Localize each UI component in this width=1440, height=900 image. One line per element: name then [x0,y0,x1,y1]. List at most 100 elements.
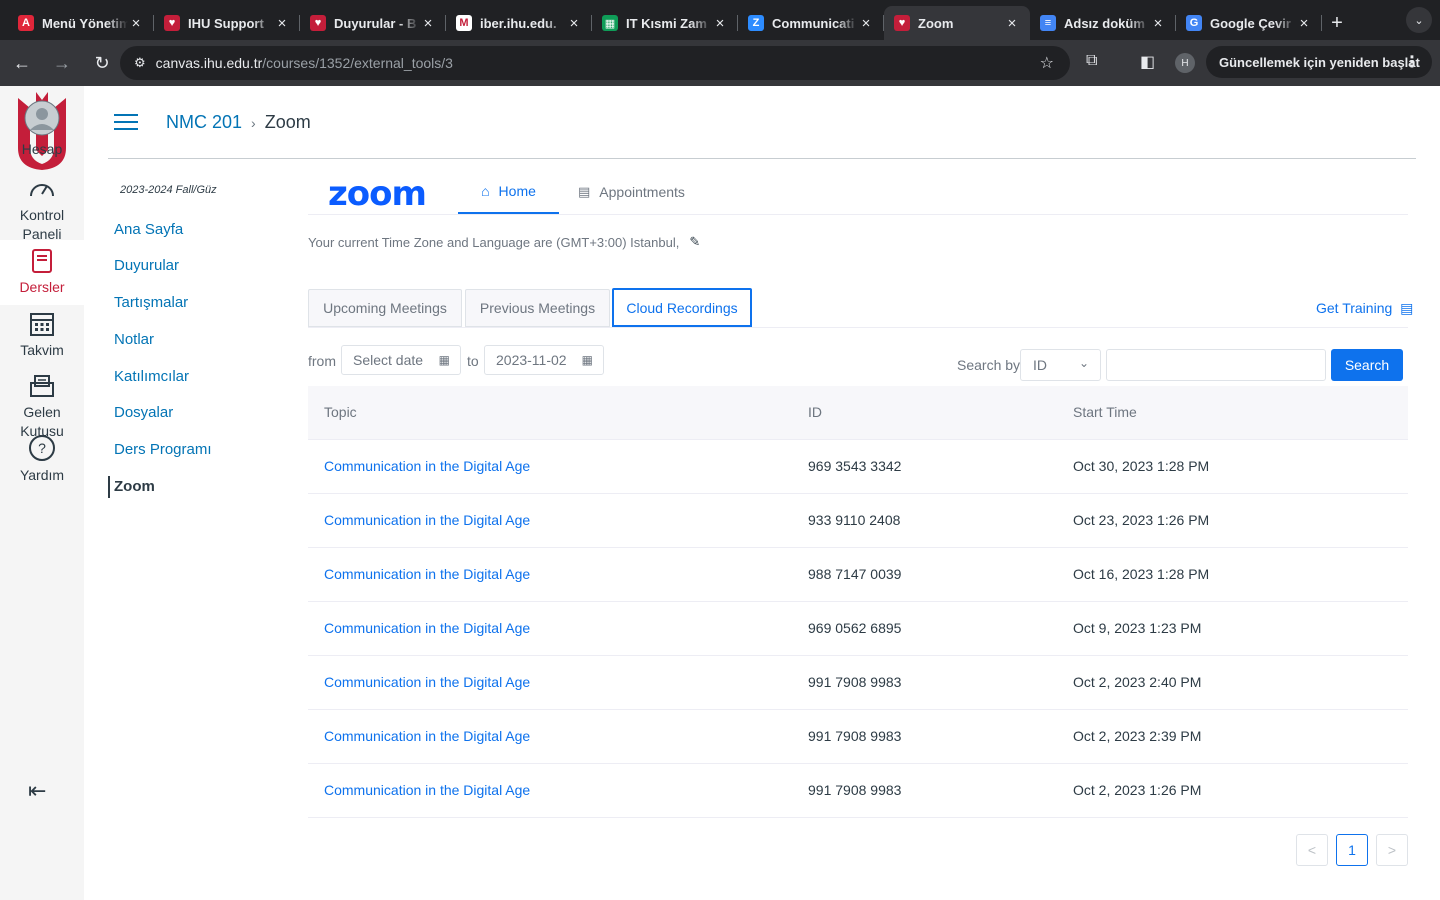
pagination-next-button[interactable]: > [1376,834,1408,866]
browser-menu-icon[interactable]: ⋮ [1404,52,1420,72]
tab-close-icon[interactable]: × [1150,15,1166,32]
subtab-cloud-recordings[interactable]: Cloud Recordings [612,288,752,327]
get-training-label: Get Training [1316,300,1393,316]
browser-tab[interactable]: ♥ Zoom × [884,6,1030,40]
from-date-placeholder: Select date [353,352,424,368]
to-date-value: 2023-11-02 [496,352,567,368]
home-icon: ⌂ [481,183,490,199]
side-panel-icon[interactable]: ◧ [1140,52,1155,72]
recording-meeting-id: 933 9110 2408 [808,512,901,528]
address-bar[interactable]: ⚙ canvas.ihu.edu.tr/courses/1352/externa… [120,46,1070,80]
collapse-nav-icon[interactable]: ⇤ [28,778,46,804]
search-button[interactable]: Search [1331,349,1403,381]
from-label: from [308,353,336,369]
global-nav-help[interactable]: ? Yardım [0,426,84,493]
zoom-tab-appointments[interactable]: ▤ Appointments [578,170,685,214]
tab-search-button[interactable]: ⌄ [1406,7,1432,33]
tab-favicon-icon: A [18,15,34,31]
course-nav-item[interactable]: Tartışmalar [114,294,188,311]
browser-tab[interactable]: A Menü Yönetimi × [8,6,154,40]
course-nav-item[interactable]: Dosyalar [114,404,173,421]
recording-topic-link[interactable]: Communication in the Digital Age [324,674,530,690]
profile-avatar[interactable]: H [1175,53,1195,73]
recording-start-time: Oct 2, 2023 2:39 PM [1073,728,1202,744]
zoom-tab-home-label: Home [498,183,536,199]
global-nav-account[interactable]: Hesap [0,92,84,167]
subtab-upcoming-meetings[interactable]: Upcoming Meetings [308,289,462,327]
recording-meeting-id: 969 0562 6895 [808,620,902,636]
recording-topic-link[interactable]: Communication in the Digital Age [324,728,530,744]
recording-start-time: Oct 23, 2023 1:26 PM [1073,512,1210,528]
tab-title: Communicati [772,15,855,31]
forward-button[interactable]: → [44,45,80,81]
course-nav-active-indicator [108,476,110,498]
course-menu-toggle[interactable] [114,114,138,132]
recording-topic-link[interactable]: Communication in the Digital Age [324,566,530,582]
recording-topic-link[interactable]: Communication in the Digital Age [324,458,530,474]
site-info-icon[interactable]: ⚙ [134,55,146,71]
reload-button[interactable]: ↻ [84,45,120,81]
search-input[interactable] [1106,349,1326,381]
global-nav-courses[interactable]: Dersler [0,240,84,305]
extensions-icon[interactable]: ⧉ [1086,52,1097,70]
table-row: Communication in the Digital Age 991 7908… [308,710,1408,764]
tab-close-icon[interactable]: × [566,15,582,32]
browser-tab[interactable]: Z Communicati × [738,6,884,40]
tab-close-icon[interactable]: × [712,15,728,32]
recording-meeting-id: 991 7908 9983 [808,782,902,798]
chevron-down-icon: ⌄ [1078,356,1089,370]
course-nav-item[interactable]: Katılımcılar [114,368,189,385]
tab-close-icon[interactable]: × [858,15,874,32]
tab-favicon-icon: Z [748,15,764,31]
recording-meeting-id: 969 3543 3342 [808,458,902,474]
bookmark-star-icon[interactable]: ☆ [1040,53,1054,73]
edit-pencil-icon[interactable]: ✎ [689,234,700,250]
tab-favicon-icon: ▦ [602,15,618,31]
browser-tab[interactable]: ▦ IT Kısmi Zam × [592,6,738,40]
course-nav-item[interactable]: Ders Programı [114,441,212,458]
recording-meeting-id: 991 7908 9983 [808,728,902,744]
browser-tab[interactable]: Miber.ihu.edu. × [446,6,592,40]
update-restart-button[interactable]: Güncellemek için yeniden başlat ⋮ [1206,46,1432,78]
browser-tab[interactable]: ♥ IHU Support × [154,6,300,40]
subtab-previous-meetings[interactable]: Previous Meetings [465,289,610,327]
browser-tab[interactable]: ≡ Adsız doküm × [1030,6,1176,40]
recording-topic-link[interactable]: Communication in the Digital Age [324,512,530,528]
course-nav-item[interactable]: Ana Sayfa [114,221,183,238]
zoom-tab-home[interactable]: ⌂ Home [458,170,559,214]
recording-topic-link[interactable]: Communication in the Digital Age [324,782,530,798]
to-date-input[interactable]: 2023-11-02 ▦ [484,345,604,375]
calendar-icon [0,311,84,337]
search-by-select[interactable]: ID ⌄ [1020,349,1101,381]
tab-favicon-icon: ♥ [164,15,180,31]
global-nav-calendar[interactable]: Takvim [0,303,84,368]
tab-close-icon[interactable]: × [1004,15,1020,32]
course-nav-item[interactable]: Duyurular [114,257,179,274]
pagination-prev-button[interactable]: < [1296,834,1328,866]
recording-start-time: Oct 30, 2023 1:28 PM [1073,458,1210,474]
from-date-input[interactable]: Select date ▦ [341,345,461,375]
recordings-table: Topic ID Start Time Communication in the… [308,386,1408,818]
pagination-page-1[interactable]: 1 [1336,834,1368,866]
course-nav-item[interactable]: Notlar [114,331,154,348]
get-training-link[interactable]: Get Training ▤ [1316,300,1413,317]
tab-close-icon[interactable]: × [128,15,144,32]
breadcrumb-course-link[interactable]: NMC 201 [166,112,242,133]
tab-close-icon[interactable]: × [1296,15,1312,32]
recording-topic-link[interactable]: Communication in the Digital Age [324,620,530,636]
table-row: Communication in the Digital Age 969 3543… [308,440,1408,494]
new-tab-button[interactable]: + [1322,6,1352,40]
tab-title: Adsız doküm [1064,15,1145,31]
browser-tab[interactable]: ♥ Duyurular - B × [300,6,446,40]
browser-tab[interactable]: G Google Çevir × [1176,6,1322,40]
tab-favicon-icon: G [1186,15,1202,31]
table-row: Communication in the Digital Age 988 7147… [308,548,1408,602]
tab-close-icon[interactable]: × [420,15,436,32]
tab-title: IT Kısmi Zam [626,15,707,31]
tab-close-icon[interactable]: × [274,15,290,32]
back-button[interactable]: ← [4,45,40,81]
tab-favicon-icon: M [456,15,472,31]
course-nav-item[interactable]: Zoom [114,478,155,495]
course-term: 2023-2024 Fall/Güz [120,184,217,196]
recording-meeting-id: 988 7147 0039 [808,566,902,582]
